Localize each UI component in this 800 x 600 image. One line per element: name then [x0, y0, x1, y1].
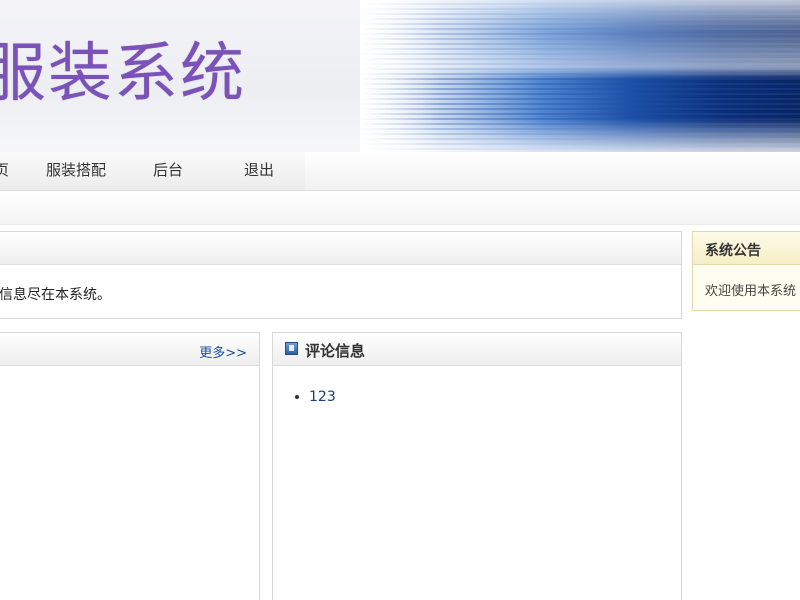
- page: 服装系统 页 服装搭配 后台 退出 信息尽在本系统。 系统公告 欢迎使用本系统 …: [0, 0, 800, 600]
- welcome-text: 信息尽在本系统。: [0, 287, 111, 303]
- comment-panel: 评论信息 123: [272, 332, 682, 600]
- comment-link[interactable]: 123: [309, 389, 336, 405]
- comment-panel-title: 评论信息: [305, 342, 366, 360]
- list-item[interactable]: 123: [295, 389, 336, 405]
- nav-item-outfit[interactable]: 服装搭配: [46, 152, 106, 188]
- bullet-icon: [295, 395, 299, 399]
- nav-item-home[interactable]: 页: [0, 152, 9, 188]
- welcome-panel-header: [0, 232, 681, 265]
- panel-header-icon: [285, 342, 298, 355]
- nav-item-admin[interactable]: 后台: [153, 152, 183, 188]
- nav-item-logout[interactable]: 退出: [244, 152, 274, 188]
- notice-text: 欢迎使用本系统: [705, 284, 797, 299]
- banner-graphic: [360, 0, 800, 152]
- more-link[interactable]: 更多>>: [199, 342, 247, 361]
- comment-panel-header: 评论信息: [273, 333, 681, 366]
- notice-title: 系统公告: [705, 243, 761, 259]
- left-panel: 更多>>: [0, 332, 260, 600]
- sub-bar: [0, 196, 800, 225]
- header-banner: 服装系统: [0, 0, 800, 152]
- left-panel-header: 更多>>: [0, 333, 259, 366]
- welcome-panel: 信息尽在本系统。: [0, 231, 682, 319]
- comment-list: 123: [295, 389, 336, 405]
- main-nav: 页 服装搭配 后台 退出: [0, 152, 800, 191]
- notice-panel: 系统公告 欢迎使用本系统: [692, 231, 800, 311]
- site-title: 服装系统: [0, 37, 246, 111]
